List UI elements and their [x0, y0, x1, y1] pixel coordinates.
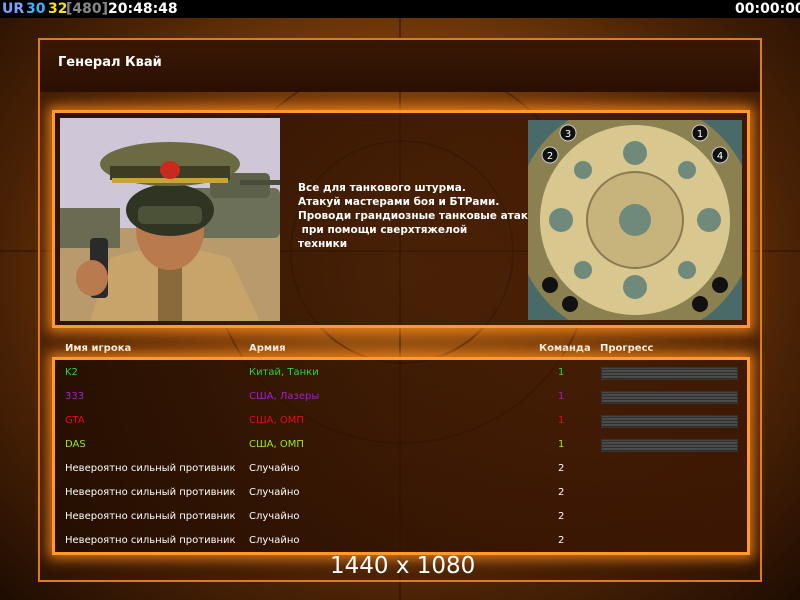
- column-header-team: Команда: [539, 343, 591, 354]
- player-name: GTA: [65, 415, 85, 426]
- progress-bar: [601, 439, 738, 452]
- player-army: Случайно: [249, 535, 300, 546]
- hud-value-b: 32: [48, 1, 68, 17]
- description-line: Атакуй мастерами боя и БТРами.: [298, 196, 500, 208]
- player-name: Невероятно сильный противник: [65, 463, 236, 474]
- general-portrait: [60, 118, 280, 321]
- player-army: США, ОМП: [249, 415, 304, 426]
- page-title: Генерал Квай: [58, 55, 162, 70]
- progress-bar: [601, 391, 738, 404]
- player-row: DAS США, ОМП 1: [56, 433, 746, 457]
- progress-bar: [601, 415, 738, 428]
- player-name: Невероятно сильный противник: [65, 487, 236, 498]
- player-army: Случайно: [249, 463, 300, 474]
- player-army: США, ОМП: [249, 439, 304, 450]
- player-name: K2: [65, 367, 78, 378]
- player-row: Невероятно сильный противник Случайно 2: [56, 481, 746, 505]
- map-slot-number: 1: [697, 129, 703, 140]
- player-row: Невероятно сильный противник Случайно 2: [56, 505, 746, 529]
- hud-value-a: 30: [26, 1, 46, 17]
- player-row: Невероятно сильный противник Случайно 2: [56, 529, 746, 553]
- hud-bracket-value: [480]: [66, 1, 109, 17]
- player-name: DAS: [65, 439, 86, 450]
- player-army: США, Лазеры: [249, 391, 320, 402]
- player-name: 333: [65, 391, 85, 402]
- resolution-label: 1440 x 1080: [330, 553, 476, 579]
- hud-clock: 20:48:48: [108, 1, 178, 17]
- description-line: Все для танкового штурма.: [298, 182, 466, 194]
- progress-bar: [601, 367, 738, 380]
- player-name: Невероятно сильный противник: [65, 535, 236, 546]
- general-portrait-image: [60, 118, 280, 321]
- player-team: 1: [558, 391, 565, 402]
- player-team: 1: [558, 415, 565, 426]
- hud-timer: 00:00:00: [735, 1, 800, 17]
- player-team: 1: [558, 367, 565, 378]
- map-slot-number: 3: [565, 129, 571, 140]
- map-slot-number: 2: [547, 151, 553, 162]
- player-name: Невероятно сильный противник: [65, 511, 236, 522]
- column-header-progress: Прогресс: [600, 343, 654, 354]
- player-army: Случайно: [249, 511, 300, 522]
- player-team: 2: [558, 535, 565, 546]
- column-header-player: Имя игрока: [65, 343, 132, 354]
- description-line: при помощи сверхтяжелой: [298, 224, 468, 236]
- general-description: Все для танкового штурма. Атакуй мастера…: [298, 181, 535, 251]
- map-preview-image: 3 2 1 4: [528, 120, 742, 320]
- map-slot-number: 4: [717, 151, 723, 162]
- hud-tag: UR: [2, 1, 25, 17]
- description-line: Проводи грандиозные танковые атаки: [298, 210, 536, 222]
- player-team: 2: [558, 487, 565, 498]
- player-row: 333 США, Лазеры 1: [56, 385, 746, 409]
- column-header-army: Армия: [249, 343, 286, 354]
- player-army: Китай, Танки: [249, 367, 319, 378]
- top-hud-bar: UR 30 32 [480] 20:48:48 00:00:00: [0, 0, 800, 18]
- player-team: 2: [558, 511, 565, 522]
- map-preview: 3 2 1 4: [528, 120, 742, 320]
- player-team: 1: [558, 439, 565, 450]
- player-team: 2: [558, 463, 565, 474]
- player-row: K2 Китай, Танки 1: [56, 361, 746, 385]
- player-row: Невероятно сильный противник Случайно 2: [56, 457, 746, 481]
- description-line: техники: [298, 238, 348, 250]
- player-army: Случайно: [249, 487, 300, 498]
- player-row: GTA США, ОМП 1: [56, 409, 746, 433]
